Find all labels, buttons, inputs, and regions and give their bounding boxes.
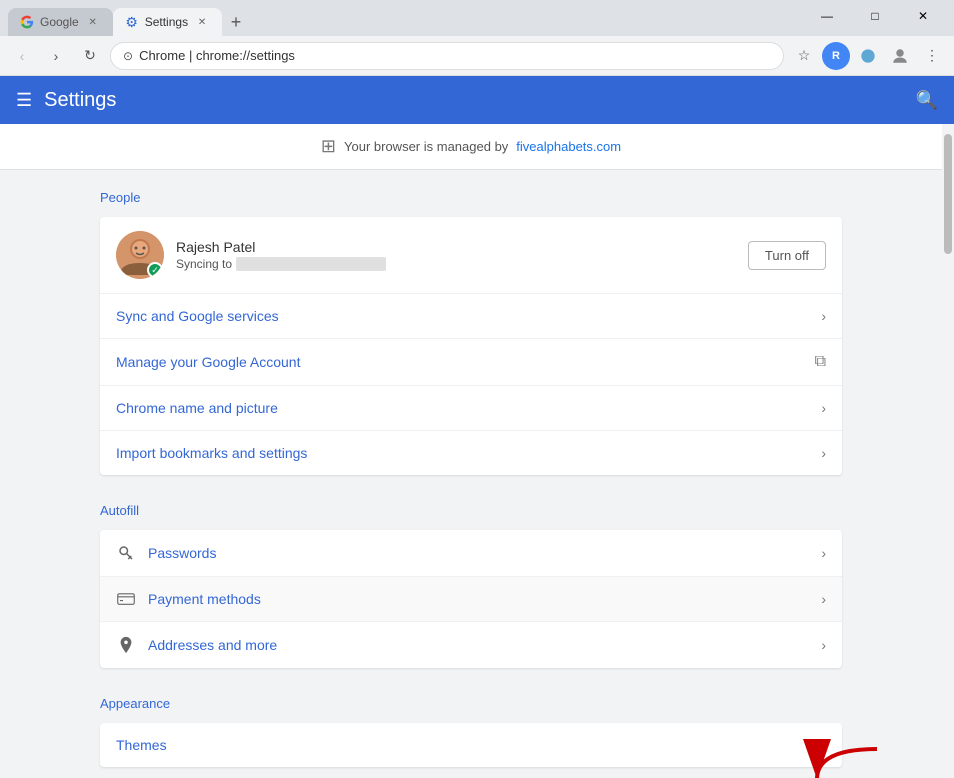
sync-label-text: Sync and Google services [116,308,809,324]
profile-info: Rajesh Patel Syncing to [176,239,736,271]
forward-button[interactable]: › [42,42,70,70]
site-name: Chrome [139,48,185,63]
payment-icon [116,593,136,605]
payment-methods-item[interactable]: Payment methods › [100,577,842,622]
autofill-section-title: Autofill [100,503,842,518]
address-bar[interactable]: ⊙ Chrome | chrome://settings [110,42,784,70]
scrollbar-thumb[interactable] [944,134,952,254]
site-security-icon: ⊙ [123,49,133,63]
themes-item[interactable]: Themes › [100,723,842,767]
sync-chevron-icon: › [821,308,826,324]
addresses-chevron-icon: › [821,637,826,653]
toolbar-right: ☆ R ⋮ [790,42,946,70]
profile-row: ✓ Rajesh Patel Syncing to Turn off [100,217,842,294]
settings-search-icon[interactable]: 🔍 [916,90,938,111]
themes-chevron-icon: › [821,737,826,753]
payment-methods-label: Payment methods [148,591,809,607]
separator: | [189,48,196,63]
new-tab-button[interactable]: + [222,8,250,36]
window-controls: — □ ✕ [804,0,946,36]
payment-chevron-icon: › [821,591,826,607]
autofill-card: Passwords › [100,530,842,668]
profile-avatar: ✓ [116,231,164,279]
title-bar: Google ✕ ⚙ Settings ✕ + — □ ✕ [0,0,954,36]
url-text: chrome://settings [196,48,295,63]
sync-badge: ✓ [147,262,163,278]
addresses-item[interactable]: Addresses and more › [100,622,842,668]
external-link-icon: ⧉ [815,353,826,371]
google-favicon [20,15,34,29]
browser-frame: Google ✕ ⚙ Settings ✕ + — □ ✕ ‹ › ↻ ⊙ Ch… [0,0,954,778]
scrollbar-track[interactable] [942,124,954,778]
back-button[interactable]: ‹ [8,42,36,70]
managed-banner: ⊞ Your browser is managed by fivealphabe… [0,124,942,170]
bookmark-button[interactable]: ☆ [790,42,818,70]
appearance-section: Appearance Themes › [0,676,942,775]
managed-link[interactable]: fivealphabets.com [516,139,621,154]
tab-settings-close[interactable]: ✕ [194,14,210,30]
content-area: ⊞ Your browser is managed by fivealphabe… [0,124,954,778]
passwords-item[interactable]: Passwords › [100,530,842,577]
manage-account-item[interactable]: Manage your Google Account ⧉ [100,339,842,386]
passwords-icon [116,544,136,562]
sync-label: Syncing to [176,257,232,271]
passwords-label: Passwords [148,545,809,561]
managed-icon: ⊞ [321,136,336,157]
settings-favicon: ⚙ [125,15,139,29]
close-button[interactable]: ✕ [900,0,946,32]
toolbar: ‹ › ↻ ⊙ Chrome | chrome://settings ☆ R ⋮ [0,36,954,76]
tab-google[interactable]: Google ✕ [8,8,113,36]
sync-google-services-item[interactable]: Sync and Google services › [100,294,842,339]
appearance-section-title: Appearance [100,696,842,711]
people-section-title: People [100,190,842,205]
settings-title: Settings [44,89,903,112]
chrome-name-chevron-icon: › [821,400,826,416]
passwords-chevron-icon: › [821,545,826,561]
minimize-button[interactable]: — [804,0,850,32]
people-section: People [0,170,942,483]
chrome-name-picture-item[interactable]: Chrome name and picture › [100,386,842,431]
extensions-button[interactable] [854,42,882,70]
tab-google-close[interactable]: ✕ [85,14,101,30]
people-card: ✓ Rajesh Patel Syncing to Turn off [100,217,842,475]
refresh-button[interactable]: ↻ [76,42,104,70]
manage-account-label: Manage your Google Account [116,354,803,370]
maximize-button[interactable]: □ [852,0,898,32]
import-bookmarks-item[interactable]: Import bookmarks and settings › [100,431,842,475]
profile-name: Rajesh Patel [176,239,736,255]
tab-settings-label: Settings [145,15,188,29]
turn-off-button[interactable]: Turn off [748,241,826,270]
appearance-card: Themes › [100,723,842,767]
addresses-label: Addresses and more [148,637,809,653]
tab-settings[interactable]: ⚙ Settings ✕ [113,8,222,36]
settings-header: ☰ Settings 🔍 [0,76,954,124]
import-bookmarks-label: Import bookmarks and settings [116,445,809,461]
autofill-section: Autofill Passwords › [0,483,942,676]
tab-google-label: Google [40,15,79,29]
sync-email [236,257,386,271]
themes-label: Themes [116,737,809,753]
import-chevron-icon: › [821,445,826,461]
hamburger-icon[interactable]: ☰ [16,90,32,111]
menu-button[interactable]: ⋮ [918,42,946,70]
addresses-icon [116,636,136,654]
address-text: Chrome | chrome://settings [139,48,771,63]
managed-text-before: Your browser is managed by [344,139,508,154]
profile-avatar-button[interactable]: R [822,42,850,70]
profile-sync-text: Syncing to [176,257,736,271]
main-content: ⊞ Your browser is managed by fivealphabe… [0,124,942,778]
avatar-button[interactable] [886,42,914,70]
content-wrapper: ⊞ Your browser is managed by fivealphabe… [0,124,942,775]
chrome-name-label: Chrome name and picture [116,400,809,416]
